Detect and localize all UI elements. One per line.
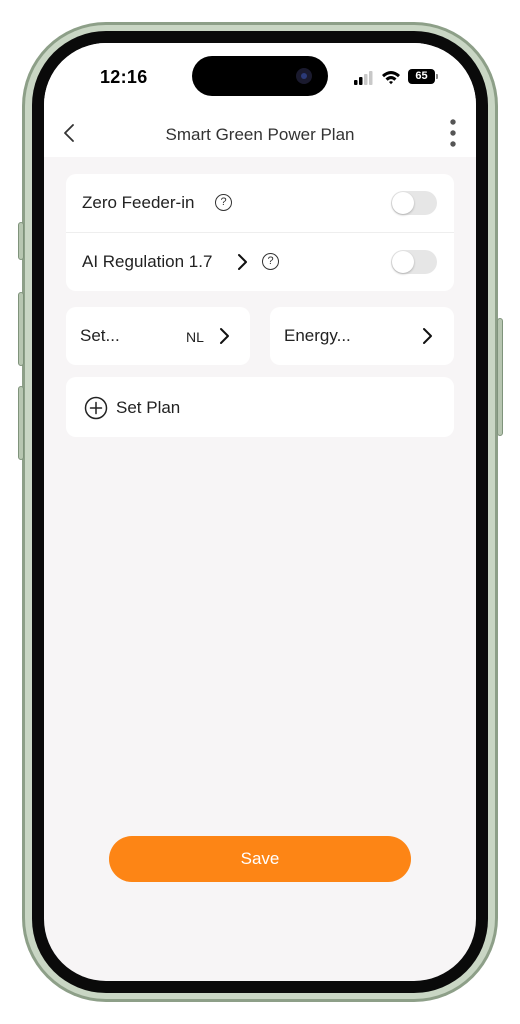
battery-icon: 65 bbox=[408, 69, 435, 84]
wifi-icon bbox=[382, 71, 400, 85]
chevron-right-icon bbox=[423, 328, 432, 344]
set-plan-button[interactable]: Set Plan bbox=[66, 377, 454, 437]
volume-up-button bbox=[18, 292, 24, 366]
help-icon-glyph: ? bbox=[220, 196, 227, 208]
volume-down-button bbox=[18, 386, 24, 460]
set-tile-label: Set... bbox=[80, 326, 120, 345]
help-icon[interactable]: ? bbox=[262, 253, 279, 270]
toggle-knob bbox=[392, 192, 414, 214]
app-header: Smart Green Power Plan bbox=[44, 113, 476, 157]
ai-regulation-label: AI Regulation 1.7 bbox=[82, 252, 213, 271]
status-time: 12:16 bbox=[100, 67, 148, 87]
save-button[interactable]: Save bbox=[109, 836, 411, 882]
set-plan-label: Set Plan bbox=[116, 398, 181, 417]
zero-feeder-toggle[interactable] bbox=[391, 191, 437, 215]
more-vertical-icon[interactable] bbox=[447, 117, 459, 149]
toggle-knob bbox=[392, 251, 414, 273]
energy-tile[interactable]: Energy... bbox=[270, 307, 454, 365]
ai-regulation-row: AI Regulation 1.7 ? bbox=[66, 233, 454, 291]
camera-icon bbox=[296, 68, 312, 84]
battery-cap bbox=[436, 74, 438, 79]
page-title: Smart Green Power Plan bbox=[165, 125, 355, 144]
signal-icon bbox=[354, 71, 373, 85]
battery-level: 65 bbox=[415, 70, 428, 82]
zero-feeder-row: Zero Feeder-in ? bbox=[66, 174, 454, 232]
screen: 12:16 65 Smart Green Power Plan Zero Fee… bbox=[44, 43, 476, 981]
settings-card: Zero Feeder-in ? AI Regulation 1.7 ? bbox=[66, 174, 454, 291]
plus-circle-icon bbox=[84, 396, 108, 420]
zero-feeder-label: Zero Feeder-in bbox=[82, 193, 195, 212]
chevron-right-icon bbox=[220, 328, 229, 344]
set-tile[interactable]: Set... NL bbox=[66, 307, 250, 365]
ai-regulation-toggle[interactable] bbox=[391, 250, 437, 274]
help-icon-glyph: ? bbox=[267, 255, 274, 267]
chevron-right-icon[interactable] bbox=[236, 253, 248, 271]
help-icon[interactable]: ? bbox=[215, 194, 232, 211]
energy-tile-label: Energy... bbox=[284, 326, 351, 345]
dynamic-island bbox=[192, 56, 328, 96]
power-button bbox=[497, 318, 503, 436]
status-bar: 12:16 65 bbox=[44, 43, 476, 113]
set-tile-value: NL bbox=[186, 329, 204, 345]
action-button bbox=[18, 222, 24, 260]
